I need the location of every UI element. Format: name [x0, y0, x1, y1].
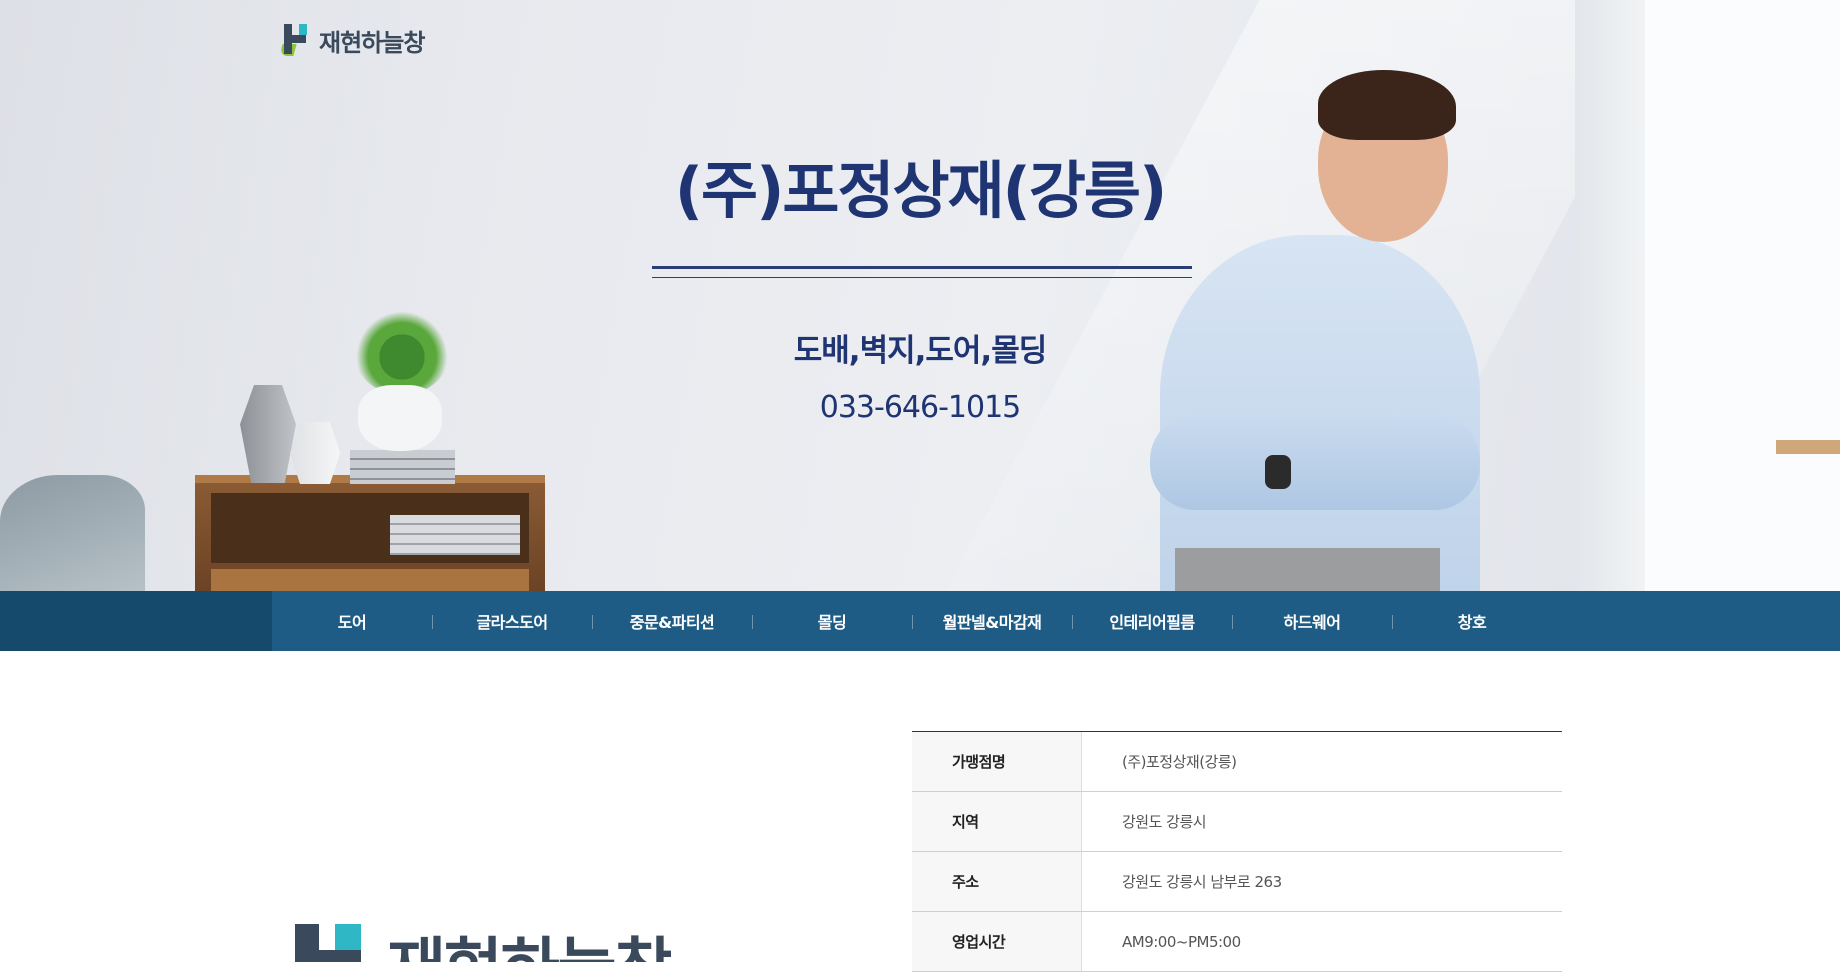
hero-banner: 재현하늘창 (주)포정상재(강릉) 도배,벽지,도어,몰딩 033-646-10… — [0, 0, 1840, 591]
logo-mark-icon — [279, 22, 313, 58]
row-label: 가맹점명 — [912, 732, 1082, 791]
window-frame — [1575, 0, 1645, 591]
nav-item-partition[interactable]: 중문&파티션 — [592, 591, 752, 651]
window-sill — [1776, 440, 1840, 454]
nav-list: 도어 글라스도어 중문&파티션 몰딩 월판넬&마감재 인테리어필름 하드웨어 창… — [272, 591, 1602, 651]
table-row: 영업시간 AM9:00~PM5:00 — [912, 912, 1562, 972]
books-stack-image — [350, 450, 455, 484]
nav-item-glass-door[interactable]: 글라스도어 — [432, 591, 592, 651]
main-nav: 도어 글라스도어 중문&파티션 몰딩 월판넬&마감재 인테리어필름 하드웨어 창… — [0, 591, 1840, 651]
nav-item-windows[interactable]: 창호 — [1392, 591, 1552, 651]
window — [1645, 0, 1840, 591]
title-divider-thin — [652, 277, 1192, 278]
store-info-table: 가맹점명 (주)포정상재(강릉) 지역 강원도 강릉시 주소 강원도 강릉시 남… — [912, 731, 1562, 972]
man-hair-image — [1318, 70, 1456, 140]
page-subtitle: 도배,벽지,도어,몰딩 — [793, 333, 1048, 369]
nav-item-hardware[interactable]: 하드웨어 — [1232, 591, 1392, 651]
watch-image — [1265, 455, 1291, 489]
vase-small-image — [290, 422, 340, 484]
row-value: AM9:00~PM5:00 — [1122, 932, 1241, 951]
table-row: 가맹점명 (주)포정상재(강릉) — [912, 732, 1562, 792]
page-title: (주)포정상재(강릉) — [674, 154, 1168, 227]
shelf-drawer — [211, 569, 529, 591]
man-pants-image — [1175, 548, 1440, 591]
row-value: (주)포정상재(강릉) — [1122, 753, 1237, 771]
nav-item-wall-panel[interactable]: 월판넬&마감재 — [912, 591, 1072, 651]
nav-lead-block — [0, 591, 272, 651]
row-value: 강원도 강릉시 남부로 263 — [1122, 873, 1282, 891]
logo-text: 재현하늘창 — [319, 29, 425, 57]
vase-image — [240, 385, 296, 483]
row-label: 영업시간 — [912, 912, 1082, 971]
chair-image — [0, 475, 145, 591]
title-divider — [652, 266, 1192, 269]
nav-item-molding[interactable]: 몰딩 — [752, 591, 912, 651]
table-row: 지역 강원도 강릉시 — [912, 792, 1562, 852]
table-row: 주소 강원도 강릉시 남부로 263 — [912, 852, 1562, 912]
brand-logo-mark-icon — [295, 920, 367, 962]
man-arms-image — [1150, 415, 1480, 510]
phone-number: 033-646-1015 — [819, 390, 1022, 425]
row-label: 주소 — [912, 852, 1082, 911]
brand-logo: 재현하늘창 — [295, 920, 671, 962]
site-logo[interactable]: 재현하늘창 — [279, 22, 425, 58]
row-value: 강원도 강릉시 — [1122, 813, 1207, 831]
books-image — [390, 515, 520, 555]
pot-image — [358, 385, 442, 451]
row-label: 지역 — [912, 792, 1082, 851]
plant-image — [352, 300, 452, 395]
brand-logo-text: 재현하늘창 — [387, 920, 671, 962]
nav-item-door[interactable]: 도어 — [272, 591, 432, 651]
nav-item-interior-film[interactable]: 인테리어필름 — [1072, 591, 1232, 651]
